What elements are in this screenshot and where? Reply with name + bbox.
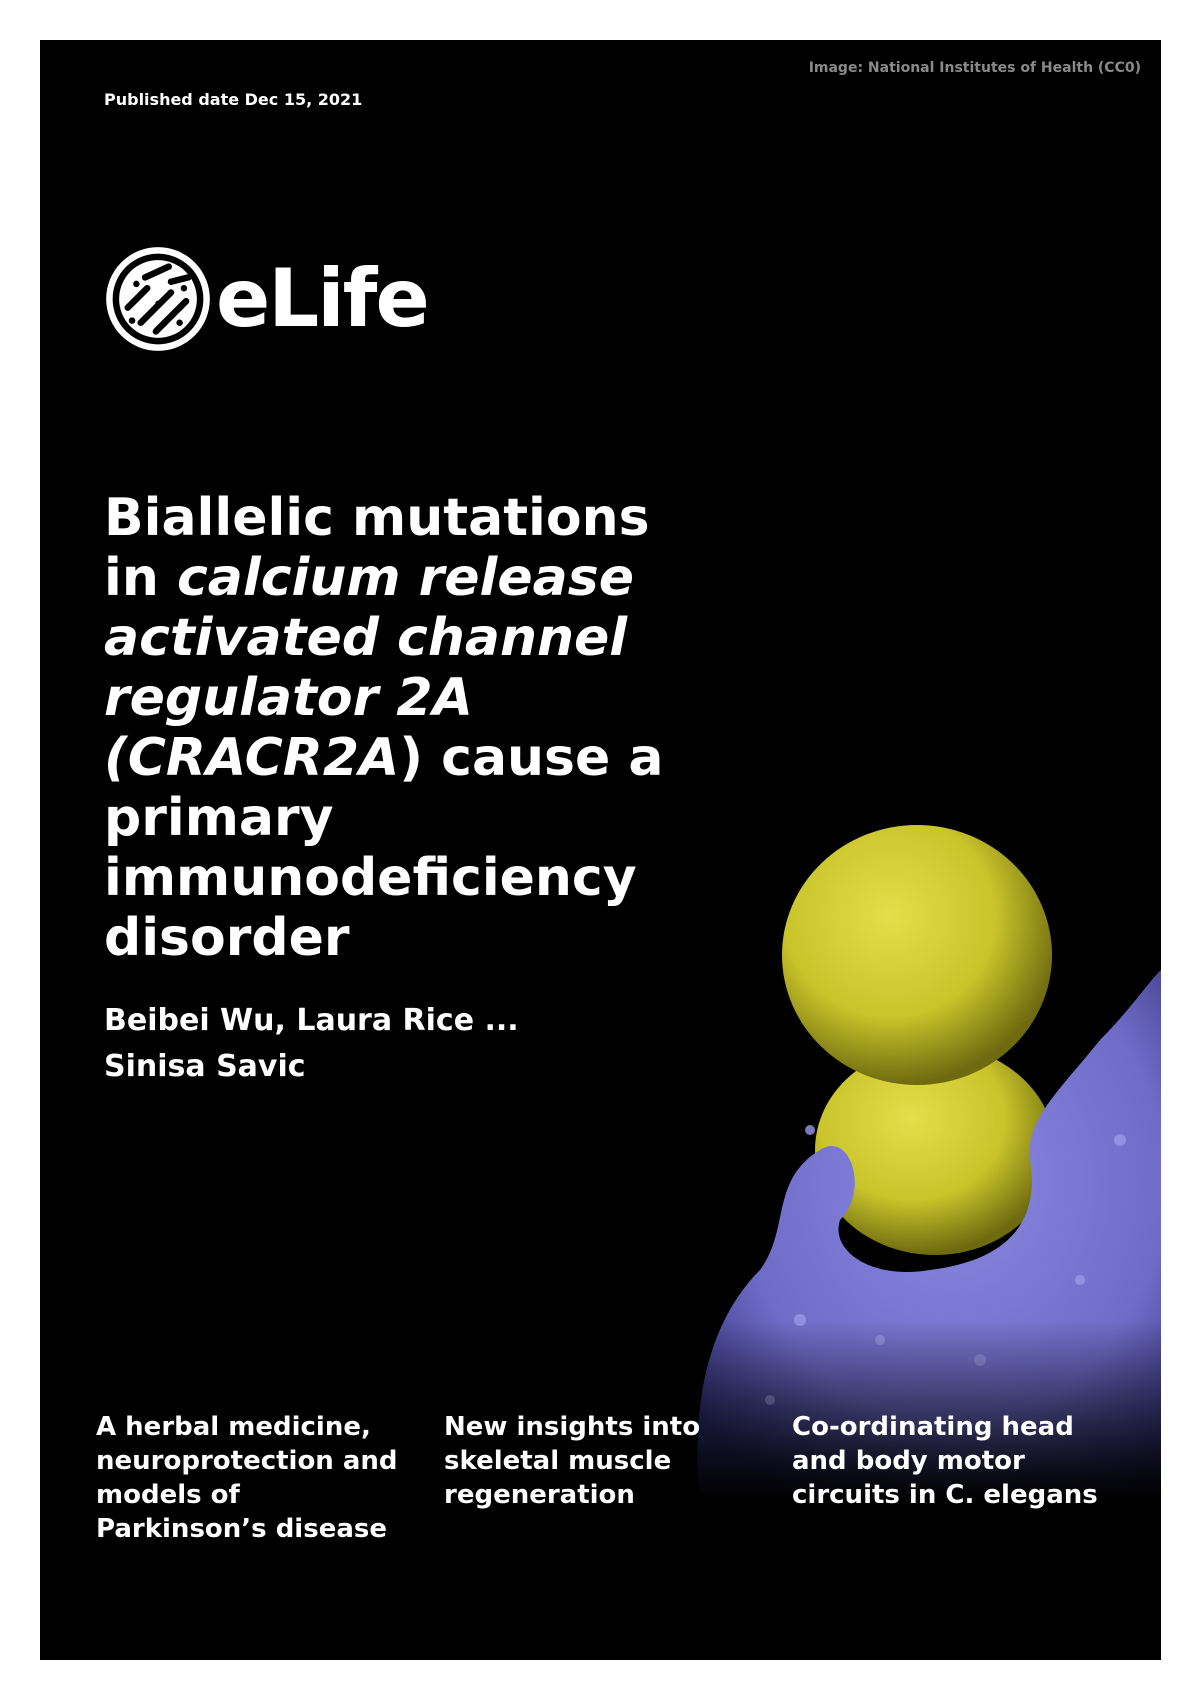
cover-page: Image: National Institutes of Health (CC… bbox=[40, 40, 1161, 1660]
author-list: Beibei Wu, Laura Rice ... Sinisa Savic bbox=[104, 998, 604, 1090]
author-line: Beibei Wu, Laura Rice ... bbox=[104, 1003, 519, 1038]
elife-logo: eLife bbox=[104, 245, 430, 353]
teaser-item[interactable]: A herbal medicine, neuroprotection and m… bbox=[96, 1410, 414, 1546]
cover-micrograph-image bbox=[680, 825, 1161, 1500]
image-credit: Image: National Institutes of Health (CC… bbox=[808, 60, 1141, 76]
logo-wordmark: eLife bbox=[216, 252, 430, 345]
author-line: Sinisa Savic bbox=[104, 1049, 306, 1084]
published-date: Published date Dec 15, 2021 bbox=[104, 90, 363, 109]
upper-bacterium bbox=[782, 825, 1052, 1085]
teaser-list: A herbal medicine, neuroprotection and m… bbox=[96, 1410, 1140, 1546]
article-title: Biallelic mutations in calcium release a… bbox=[104, 488, 704, 968]
teaser-item[interactable]: Co-ordinating head and body motor circui… bbox=[792, 1410, 1110, 1546]
teaser-item[interactable]: New insights into skeletal muscle regene… bbox=[444, 1410, 762, 1546]
elife-logo-icon bbox=[106, 247, 210, 351]
